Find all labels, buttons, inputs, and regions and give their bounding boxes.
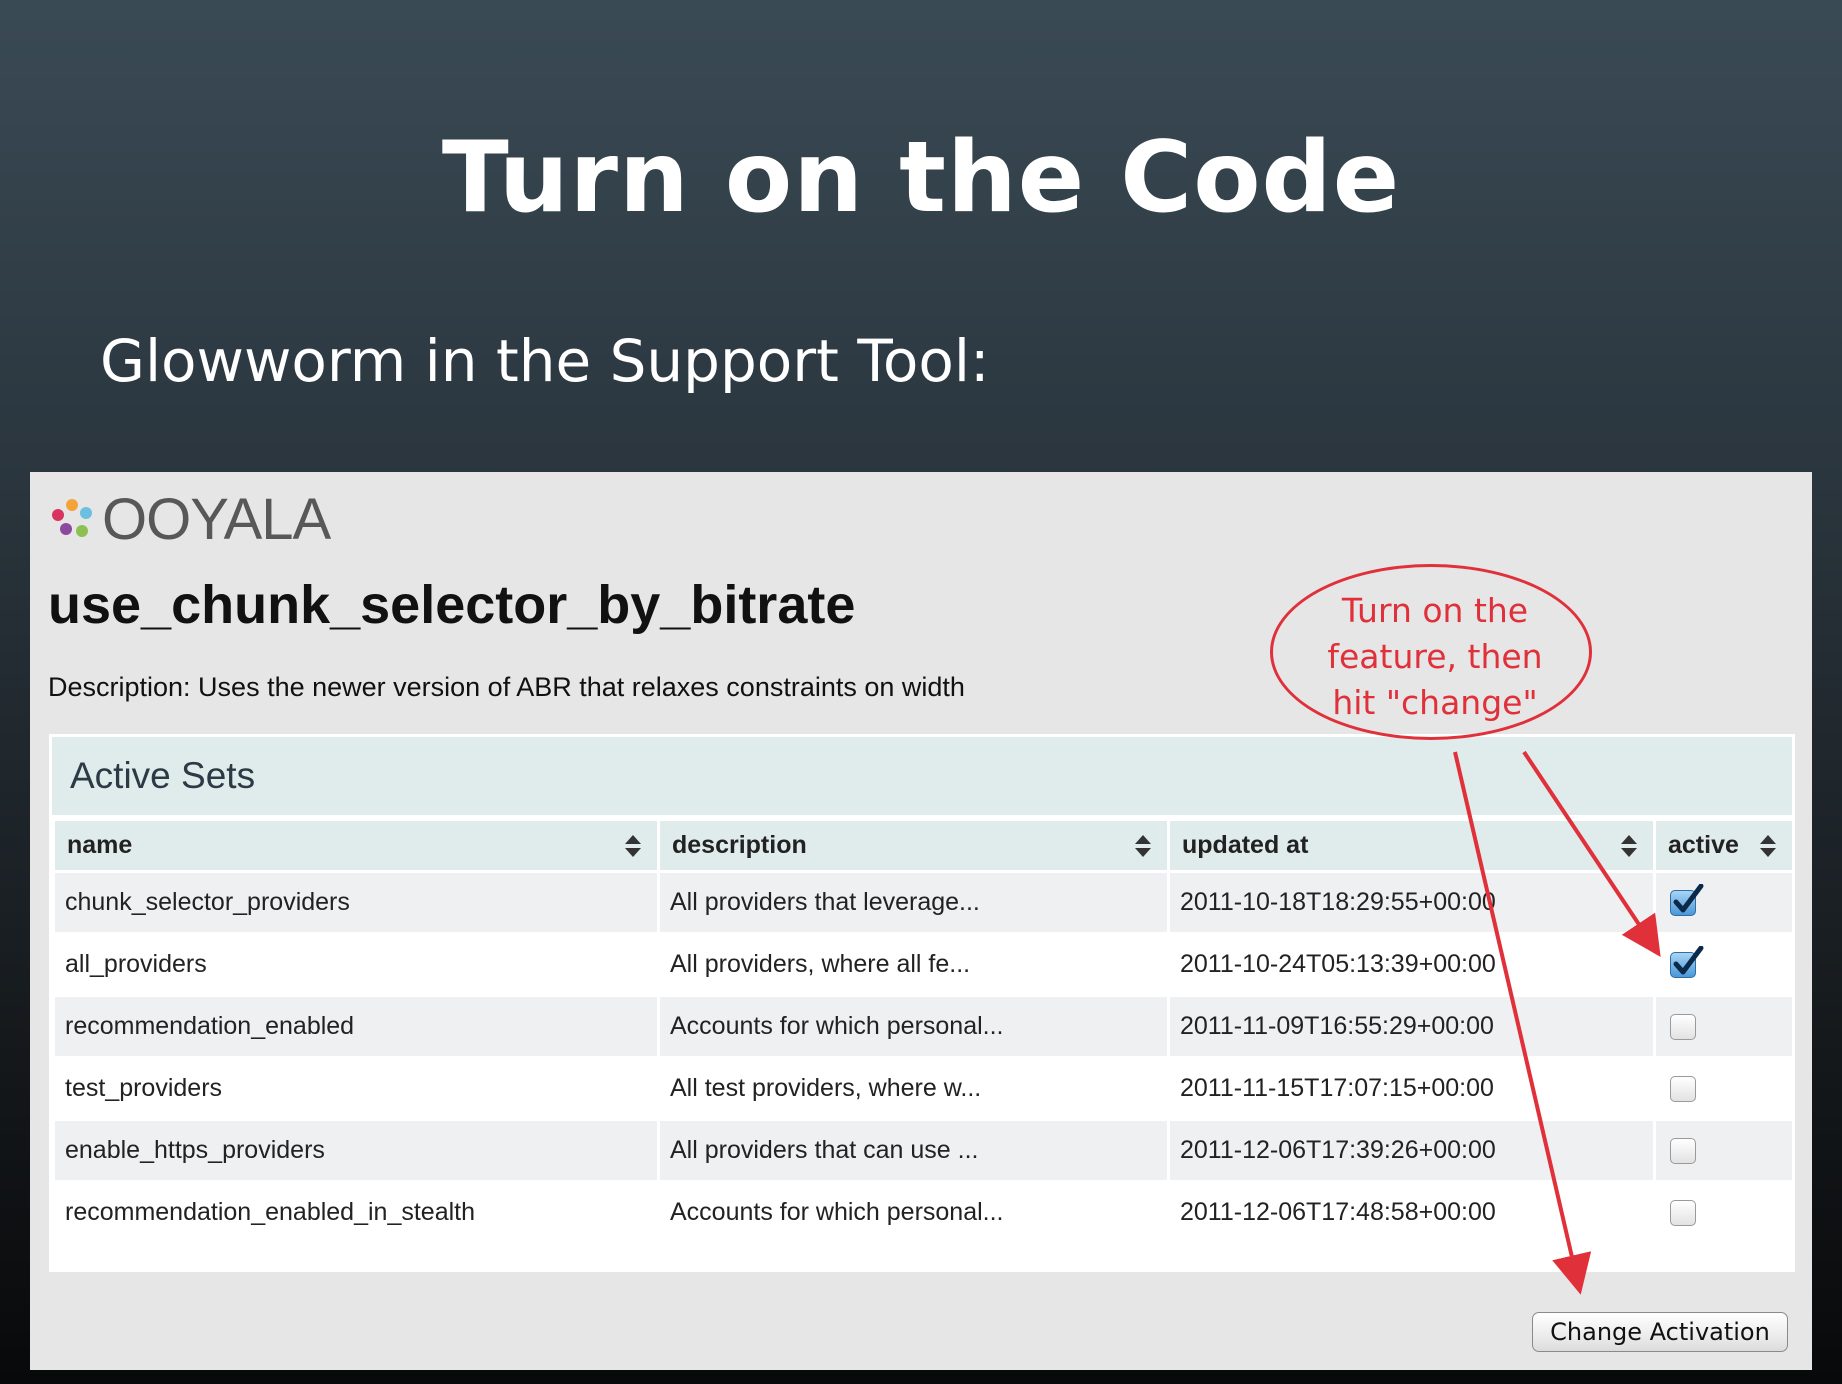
cell-active (1653, 1056, 1795, 1121)
cell-description: Accounts for which personal... (657, 994, 1170, 1059)
ooyala-dots-logo-icon (52, 499, 92, 537)
cell-active (1653, 932, 1795, 997)
active-sets-panel: Active Sets name description updated at … (49, 734, 1795, 1272)
annotation-line: Turn on the (1341, 591, 1529, 630)
cell-name: enable_https_providers (52, 1118, 660, 1183)
active-checkbox[interactable] (1670, 946, 1704, 979)
panel-header: Active Sets (52, 737, 1792, 818)
cell-name: recommendation_enabled_in_stealth (52, 1180, 660, 1245)
active-checkbox[interactable] (1670, 884, 1704, 917)
checkmark-icon (1673, 884, 1704, 913)
sort-arrows-icon[interactable] (1621, 835, 1637, 857)
feature-description: Description: Uses the newer version of A… (48, 672, 965, 702)
active-checkbox[interactable] (1670, 1138, 1696, 1165)
cell-name: recommendation_enabled (52, 994, 660, 1059)
cell-updated-at: 2011-12-06T17:48:58+00:00 (1167, 1180, 1656, 1245)
cell-description: All test providers, where w... (657, 1056, 1170, 1121)
active-checkbox[interactable] (1670, 1076, 1696, 1103)
cell-active (1653, 1180, 1795, 1245)
column-header-updated-at[interactable]: updated at (1167, 818, 1656, 873)
table-row: test_providers All test providers, where… (52, 1056, 1795, 1121)
cell-description: Accounts for which personal... (657, 1180, 1170, 1245)
checkmark-icon (1673, 946, 1704, 975)
column-header-active[interactable]: active (1653, 818, 1795, 873)
cell-name: test_providers (52, 1056, 660, 1121)
sort-arrows-icon[interactable] (625, 835, 641, 857)
column-header-name[interactable]: name (52, 818, 660, 873)
slide-subtitle: Glowworm in the Support Tool: (100, 327, 990, 395)
logo-text: OOYALA (102, 487, 331, 552)
table-row: all_providers All providers, where all f… (52, 932, 1795, 997)
cell-updated-at: 2011-11-15T17:07:15+00:00 (1167, 1056, 1656, 1121)
cell-updated-at: 2011-10-24T05:13:39+00:00 (1167, 932, 1656, 997)
table-row: chunk_selector_providers All providers t… (52, 870, 1795, 935)
cell-name: chunk_selector_providers (52, 870, 660, 935)
active-sets-table: name description updated at active chunk… (52, 818, 1795, 1245)
cell-description: All providers that can use ... (657, 1118, 1170, 1183)
cell-updated-at: 2011-11-09T16:55:29+00:00 (1167, 994, 1656, 1059)
change-activation-button[interactable]: Change Activation (1532, 1312, 1788, 1352)
cell-description: All providers, where all fe... (657, 932, 1170, 997)
cell-updated-at: 2011-10-18T18:29:55+00:00 (1167, 870, 1656, 935)
active-checkbox[interactable] (1670, 1014, 1696, 1041)
cell-active (1653, 1118, 1795, 1183)
cell-updated-at: 2011-12-06T17:39:26+00:00 (1167, 1118, 1656, 1183)
cell-active (1653, 870, 1795, 935)
ooyala-logo: OOYALA (50, 487, 331, 552)
panel-title: Active Sets (70, 755, 256, 796)
table-row: enable_https_providers All providers tha… (52, 1118, 1795, 1183)
cell-description: All providers that leverage... (657, 870, 1170, 935)
column-header-description[interactable]: description (657, 818, 1170, 873)
sort-arrows-icon[interactable] (1760, 835, 1776, 857)
annotation-line: hit "change" (1332, 683, 1538, 722)
annotation-line: feature, then (1327, 637, 1543, 676)
table-row: recommendation_enabled_in_stealth Accoun… (52, 1180, 1795, 1245)
cell-name: all_providers (52, 932, 660, 997)
annotation-text: Turn on the feature, then hit "change" (1290, 588, 1580, 726)
cell-active (1653, 994, 1795, 1059)
active-checkbox[interactable] (1670, 1200, 1696, 1227)
slide-title: Turn on the Code (441, 121, 1401, 235)
table-row: recommendation_enabled Accounts for whic… (52, 994, 1795, 1059)
feature-title: use_chunk_selector_by_bitrate (48, 575, 856, 635)
sort-arrows-icon[interactable] (1135, 835, 1151, 857)
